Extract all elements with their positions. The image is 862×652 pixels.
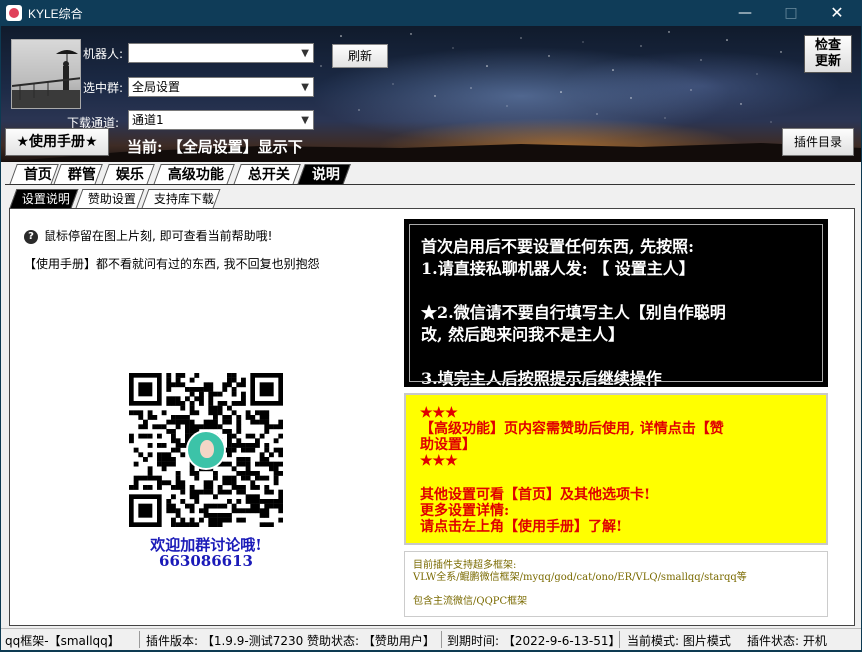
refresh-button[interactable]: 刷新 <box>332 44 388 68</box>
content-panel: ? 鼠标停留在图上片刻, 即可查看当前帮助哦! 【使用手册】都不看就问有过的东西,… <box>9 208 855 626</box>
question-icon: ? <box>24 229 38 244</box>
avatar <box>11 39 81 109</box>
qr-code <box>129 373 284 528</box>
status-frame: qq框架-【smallqq】 <box>5 634 120 648</box>
subtab-settings-guide[interactable]: 设置说明 <box>9 189 79 208</box>
tab-entertainment[interactable]: 娱乐 <box>101 164 155 185</box>
tab-home[interactable]: 首页 <box>9 164 59 185</box>
status-version: 插件版本: 【1.9.9-测试7230 <box>146 634 304 648</box>
first-run-notice: 首次启用后不要设置任何东西, 先按照: 1.请直接私聊机器人发: 【 设置主人】… <box>404 219 828 388</box>
maximize-button[interactable]: □ <box>768 0 814 26</box>
minimize-button[interactable]: — <box>722 0 768 26</box>
person-with-umbrella-icon <box>12 50 80 108</box>
qr-avatar-icon <box>186 430 226 470</box>
robot-select[interactable]: ▼ <box>128 43 314 63</box>
status-sponsor: 赞助状态: 【赞助用户】 <box>307 634 435 648</box>
close-button[interactable]: ✕ <box>814 0 860 26</box>
channel-select[interactable]: 通道1 ▼ <box>128 110 314 130</box>
header-panel: 机器人: ▼ 刷新 选中群: 全局设置 ▼ 下载通道: 通道1 ▼ ★使用手册★… <box>1 26 861 162</box>
app-icon <box>6 5 22 21</box>
qr-caption: 欢迎加群讨论哦! 663086613 <box>150 536 262 570</box>
status-bar: qq框架-【smallqq】 插件版本: 【1.9.9-测试7230 赞助状态:… <box>1 628 861 650</box>
main-body: 首页 群管 娱乐 高级功能 总开关 说明 设置说明 赞助设置 支持库下载 ? 鼠标… <box>1 162 861 628</box>
chevron-down-icon: ▼ <box>301 48 309 59</box>
status-expire: 到期时间: 【2022-9-6-13-51】 <box>447 634 621 648</box>
status-plugin-state: 插件状态: 开机 <box>747 634 827 648</box>
framework-support-info: 目前插件支持超多框架: VLW全系/鲲鹏微信框架/myqq/god/cat/on… <box>404 551 828 617</box>
manual-button[interactable]: ★使用手册★ <box>5 128 109 156</box>
tab-instructions[interactable]: 说明 <box>297 164 351 185</box>
subtab-library-download[interactable]: 支持库下载 <box>141 189 221 208</box>
chevron-down-icon: ▼ <box>301 115 309 126</box>
group-label: 选中群: <box>83 81 124 95</box>
advanced-feature-notice: ★★★ 【高级功能】页内容需赞助后使用, 详情点击【赞 助设置】 ★★★ 其他设… <box>404 393 828 545</box>
window-title: KYLE综合 <box>28 7 83 21</box>
robot-label: 机器人: <box>83 47 124 61</box>
subtab-sponsor-settings[interactable]: 赞助设置 <box>75 189 145 208</box>
tab-divider <box>5 184 855 185</box>
tab-master-switch[interactable]: 总开关 <box>233 164 301 185</box>
plugin-dir-button[interactable]: 插件目录 <box>782 128 854 156</box>
hover-tip: ? 鼠标停留在图上片刻, 即可查看当前帮助哦! <box>24 227 272 244</box>
tab-group-admin[interactable]: 群管 <box>53 164 103 185</box>
group-select[interactable]: 全局设置 ▼ <box>128 77 314 97</box>
check-update-button[interactable]: 检查 更新 <box>804 35 852 73</box>
title-bar: KYLE综合 — □ ✕ <box>0 0 862 26</box>
chevron-down-icon: ▼ <box>301 82 309 93</box>
status-mode: 当前模式: 图片模式 <box>627 634 731 648</box>
tab-advanced[interactable]: 高级功能 <box>153 164 235 185</box>
manual-note: 【使用手册】都不看就问有过的东西, 我不回复也别抱怨 <box>24 257 320 271</box>
current-scope-text: 当前: 【全局设置】显示下 <box>127 138 303 156</box>
